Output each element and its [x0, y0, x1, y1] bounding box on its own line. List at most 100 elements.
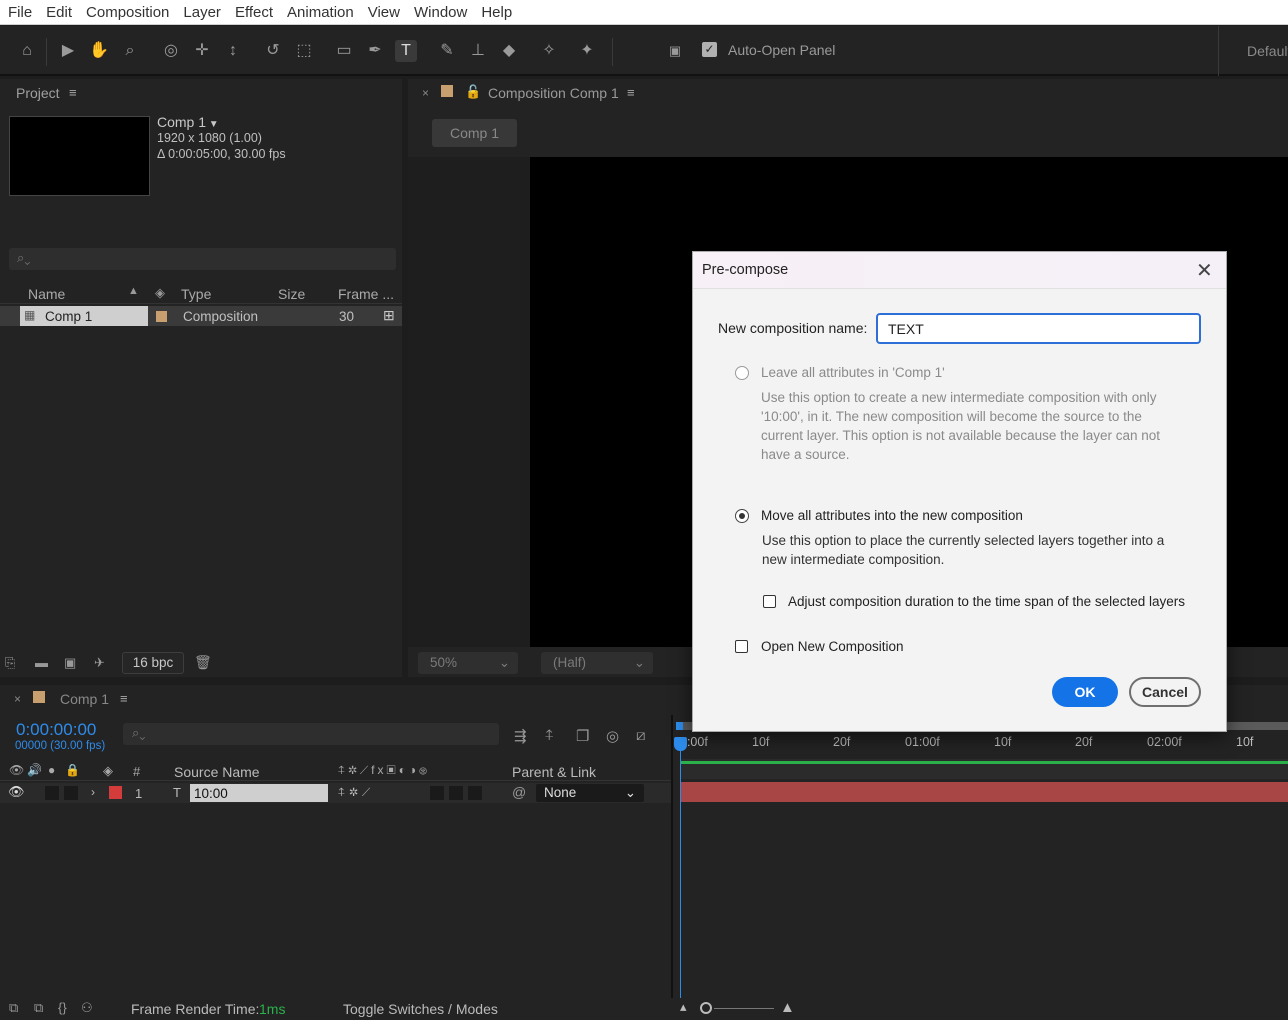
composition-name-input[interactable] — [876, 313, 1201, 344]
layer-name[interactable]: 10:00 — [194, 786, 228, 801]
flowchart-icon[interactable]: ⊞ — [383, 307, 395, 324]
project-footer: ⎘ ▬ ▣ ✈ 16 bpc 🗑 — [0, 651, 402, 677]
pick-whip-icon[interactable]: @ — [512, 784, 526, 800]
col-type[interactable]: Type — [181, 286, 211, 302]
new-folder-icon[interactable]: ▬ — [35, 655, 48, 670]
pan-tool-icon[interactable]: ✛ — [191, 40, 213, 62]
auto-open-checkbox[interactable]: ✓ — [702, 42, 717, 57]
project-row[interactable]: ▦ Comp 1 Composition 30 ⊞ — [0, 306, 402, 326]
zoom-in-icon[interactable]: ▲ — [780, 999, 795, 1016]
motion-blur-icon[interactable]: ◎ — [606, 727, 619, 745]
layer-label-swatch[interactable] — [109, 786, 122, 799]
close-icon[interactable]: ✕ — [1196, 258, 1213, 283]
render-time-icon[interactable]: ⚇ — [81, 1000, 93, 1016]
orbit-tool-icon[interactable]: ◎ — [160, 40, 182, 62]
col-size[interactable]: Size — [278, 286, 305, 302]
brush-tool-icon[interactable]: ✎ — [436, 40, 458, 62]
close-icon[interactable]: × — [422, 86, 429, 100]
comp-breadcrumb[interactable]: Comp 1 — [432, 119, 517, 147]
menu-view[interactable]: View — [368, 4, 400, 21]
parent-dropdown[interactable]: None ⌄ — [536, 784, 644, 802]
current-timecode[interactable]: 0:00:00:00 — [16, 720, 96, 740]
col-source-name[interactable]: Source Name — [174, 764, 260, 780]
chevron-down-icon: ▼ — [206, 119, 219, 130]
timeline-menu-icon[interactable]: ≡ — [120, 691, 128, 706]
menu-composition[interactable]: Composition — [86, 4, 169, 21]
modes-toggle-icon[interactable]: ⧉ — [34, 1000, 43, 1016]
comp-menu-icon[interactable]: ≡ — [627, 85, 635, 100]
resolution-dropdown[interactable]: (Half) ⌄ — [541, 652, 653, 674]
interpret-footage-icon[interactable]: ⎘ — [5, 655, 15, 671]
clone-stamp-icon[interactable]: ⊥ — [467, 40, 489, 62]
cancel-button[interactable]: Cancel — [1129, 677, 1201, 707]
visibility-icon[interactable]: 👁 — [8, 784, 25, 800]
expand-chevron-icon[interactable]: › — [91, 785, 95, 799]
layer-switches[interactable]: ⍏✲⟋ — [338, 785, 374, 800]
adjust-duration-checkbox[interactable] — [763, 595, 776, 608]
zoom-out-icon[interactable]: ▴ — [680, 999, 687, 1015]
current-time-indicator[interactable] — [680, 737, 681, 999]
comp-mini-flowchart-icon[interactable]: ⇶ — [514, 727, 527, 745]
bpc-button[interactable]: 16 bpc — [122, 652, 184, 674]
layer-switches-toggle-icon[interactable]: ⧉ — [9, 1000, 18, 1016]
roto-brush-icon[interactable]: ✧ — [538, 40, 560, 62]
panel-icon[interactable]: ▣ — [664, 40, 686, 62]
menu-file[interactable]: File — [8, 4, 32, 21]
new-composition-icon[interactable]: ▣ — [64, 655, 76, 671]
col-name[interactable]: Name — [28, 286, 65, 302]
puppet-pin-icon[interactable]: ✦ — [576, 40, 598, 62]
chevron-down-icon: ⌄ — [633, 655, 645, 670]
zoom-slider-handle[interactable] — [700, 1002, 712, 1014]
timeline-tab[interactable]: Comp 1 — [60, 691, 109, 707]
col-frame[interactable]: Frame ... — [338, 286, 394, 302]
move-attributes-radio[interactable] — [735, 509, 749, 523]
comp-thumbnail — [9, 116, 150, 196]
frame-blending-icon[interactable]: ❐ — [576, 727, 589, 745]
rotate-tool-icon[interactable]: ↺ — [262, 40, 284, 62]
adjust-icon[interactable]: ✈ — [94, 655, 105, 671]
comp-tab[interactable]: Composition Comp 1 — [488, 85, 619, 101]
ruler-label: 10f — [1236, 735, 1254, 749]
home-icon[interactable]: ⌂ — [16, 40, 38, 62]
trash-icon[interactable]: 🗑 — [194, 654, 212, 671]
graph-editor-icon[interactable]: ⧄ — [636, 727, 646, 744]
menu-help[interactable]: Help — [481, 4, 512, 21]
label-swatch[interactable] — [156, 311, 167, 322]
hand-tool-icon[interactable]: ✋ — [88, 40, 110, 62]
toggle-switches-modes[interactable]: Toggle Switches / Modes — [343, 1001, 498, 1017]
menu-effect[interactable]: Effect — [235, 4, 273, 21]
ok-button[interactable]: OK — [1052, 677, 1118, 707]
open-new-comp-checkbox[interactable] — [735, 640, 748, 653]
eraser-tool-icon[interactable]: ◆ — [498, 40, 520, 62]
col-parent[interactable]: Parent & Link — [512, 764, 596, 780]
zoom-slider[interactable] — [714, 1008, 774, 1009]
workspace-label[interactable]: Default — [1247, 43, 1288, 59]
comp-size: 1920 x 1080 (1.00) — [157, 131, 262, 145]
comp-name[interactable]: Comp 1 ▼ — [157, 114, 219, 130]
playhead-handle[interactable] — [674, 737, 687, 751]
project-tab[interactable]: Project — [16, 85, 60, 101]
timeline-search-input[interactable]: ⌕⌄ — [123, 723, 499, 745]
layer-duration-bar[interactable] — [680, 782, 1288, 802]
project-menu-icon[interactable]: ≡ — [69, 85, 77, 100]
layer-row[interactable]: 👁 › 1 T 10:00 ⍏✲⟋ @ None ⌄ — [0, 783, 672, 803]
menu-edit[interactable]: Edit — [46, 4, 72, 21]
anchor-tool-icon[interactable]: ⬚ — [293, 40, 315, 62]
menu-layer[interactable]: Layer — [183, 4, 221, 21]
rectangle-tool-icon[interactable]: ▭ — [333, 40, 355, 62]
in-out-toggle-icon[interactable]: {} — [58, 1000, 67, 1015]
menu-animation[interactable]: Animation — [287, 4, 354, 21]
dolly-tool-icon[interactable]: ↕ — [222, 40, 244, 62]
leave-attributes-radio[interactable] — [735, 366, 749, 380]
zoom-dropdown[interactable]: 50% ⌄ — [418, 652, 518, 674]
draft-3d-icon[interactable]: ⍏ — [545, 727, 554, 744]
zoom-tool-icon[interactable]: ⌕ — [119, 40, 141, 62]
project-search-input[interactable]: ⌕⌄ — [9, 248, 396, 270]
close-icon[interactable]: × — [14, 692, 21, 706]
selection-tool-icon[interactable]: ▶ — [57, 40, 79, 62]
pen-tool-icon[interactable]: ✒ — [364, 40, 386, 62]
type-tool-icon[interactable]: T — [395, 40, 417, 62]
lock-icon[interactable]: 🔓 — [465, 84, 481, 100]
leave-attributes-desc: Use this option to create a new intermed… — [761, 390, 1160, 462]
menu-window[interactable]: Window — [414, 4, 467, 21]
